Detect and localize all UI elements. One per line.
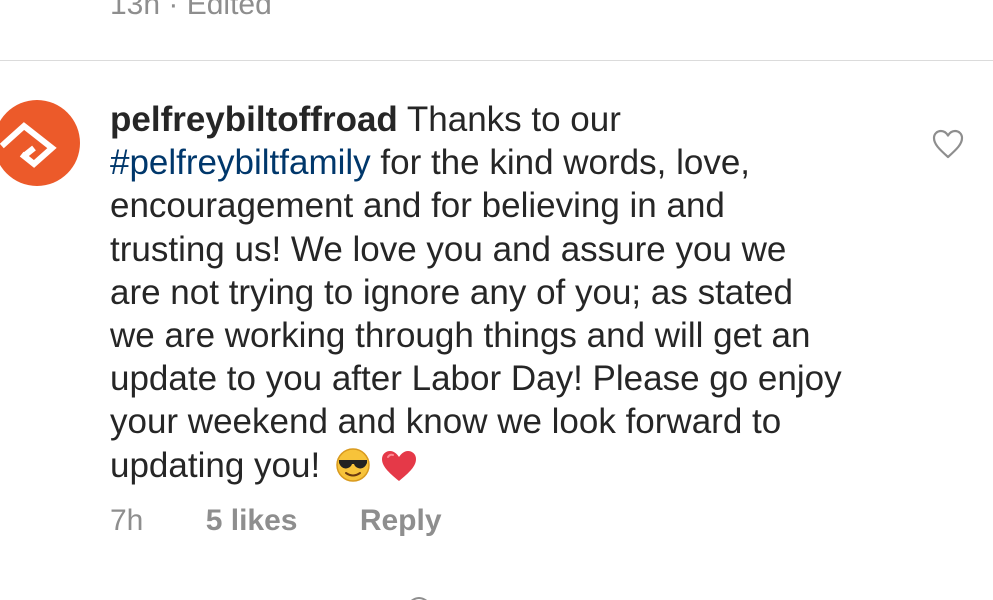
red-heart-icon [381, 450, 416, 481]
previous-comment-meta: 13h · Edited [110, 0, 272, 21]
reply-button[interactable]: Reply [360, 504, 442, 538]
comment-body: pelfreybiltoffroad Thanks to our #pelfre… [110, 98, 900, 487]
comment-text: updating you! [110, 445, 321, 485]
comment-username[interactable]: pelfreybiltoffroad [110, 100, 398, 139]
divider [0, 60, 993, 61]
comment-line: we are working through things and will g… [110, 316, 811, 356]
comment-actions: 7h 5 likes Reply [110, 504, 442, 538]
comment-line: are not trying to ignore any of you; as … [110, 272, 793, 312]
comment-line: #pelfreybiltfamily for the kind words, l… [110, 141, 900, 184]
comment-line: update to you after Labor Day! Please go… [110, 359, 842, 399]
comment-time: 7h [110, 504, 144, 537]
sunglasses-face-icon [336, 447, 370, 482]
avatar[interactable] [0, 100, 80, 186]
likes-count-button[interactable]: 5 likes [206, 504, 298, 538]
comment-line: encouragement and for believing in and [110, 186, 725, 226]
comment-line: pelfreybiltoffroad Thanks to our [110, 98, 900, 141]
comment-text: for the kind words, love, [380, 143, 751, 183]
like-heart-icon[interactable] [931, 128, 965, 160]
comment-line: your weekend and know we look forward to [110, 402, 782, 442]
hashtag-link[interactable]: #pelfreybiltfamily [110, 143, 371, 182]
comment-line: updating you! [110, 444, 900, 487]
comment-line: trusting us! We love you and assure you … [110, 229, 787, 269]
brand-logo-icon [0, 122, 57, 168]
comment-text: Thanks to our [406, 100, 621, 139]
comments-view: 13h · Edited pelfreybiltoffroad Thanks t… [0, 0, 993, 600]
view-replies-icon[interactable] [402, 590, 436, 600]
